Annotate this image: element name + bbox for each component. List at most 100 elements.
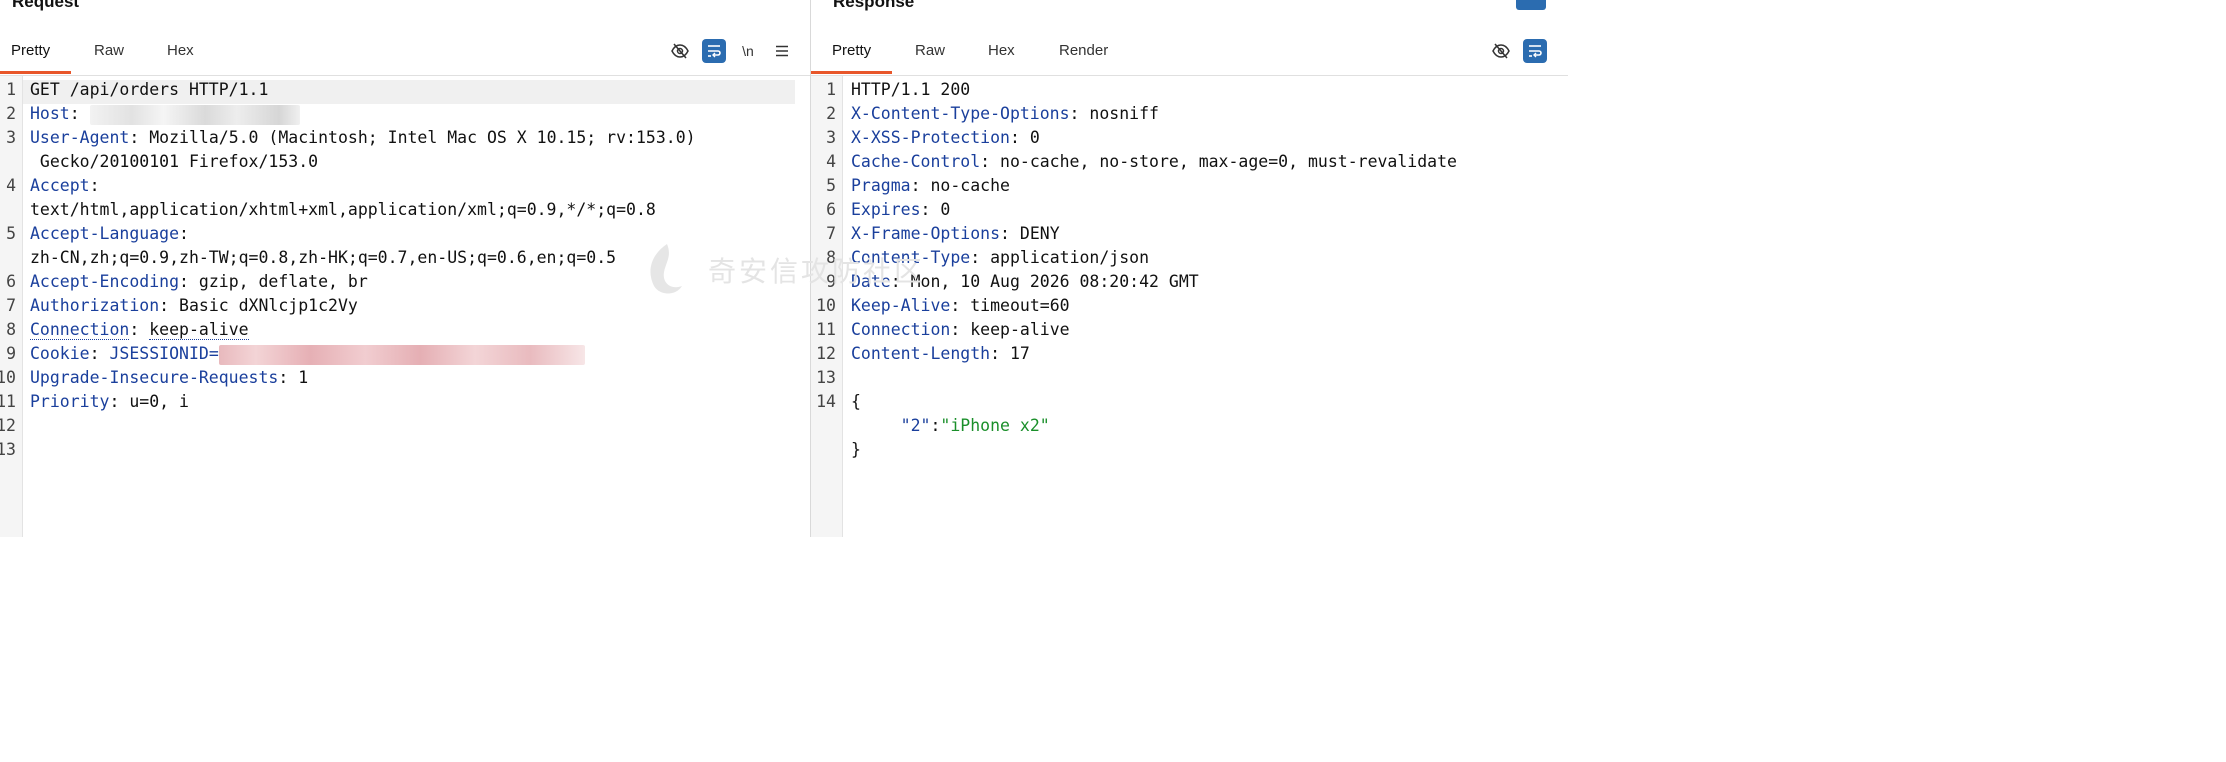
header-separator: :: [179, 272, 199, 291]
json-key: "2": [900, 416, 931, 435]
code-line: Pragma: no-cache: [851, 174, 1010, 198]
header-value: 0: [940, 200, 951, 219]
header-separator: :: [1009, 128, 1030, 147]
header-value: no-cache: [930, 176, 1010, 195]
menu-icon[interactable]: [770, 39, 794, 63]
header-name: Connection: [30, 320, 130, 340]
tab-response-render[interactable]: Render: [1059, 33, 1108, 73]
code-line: Upgrade-Insecure-Requests: 1: [30, 366, 308, 390]
header-value: GET /api/orders HTTP/1.1: [30, 80, 269, 99]
header-separator: :: [278, 368, 299, 387]
header-separator: :: [1069, 104, 1090, 123]
code-line: Cache-Control: no-cache, no-store, max-a…: [851, 150, 1457, 174]
line-number: 3: [826, 128, 836, 147]
header-separator: :: [970, 248, 991, 267]
line-number: 5: [826, 176, 836, 195]
wrap-icon[interactable]: [1523, 39, 1547, 63]
header-value: gzip, deflate, br: [198, 272, 368, 291]
eye-off-icon[interactable]: [1489, 39, 1513, 63]
header-value: no-cache, no-store, max-age=0, must-reva…: [1000, 152, 1457, 171]
code-line: zh-CN,zh;q=0.9,zh-TW;q=0.8,zh-HK;q=0.7,e…: [30, 246, 616, 270]
tab-request-raw[interactable]: Raw: [94, 33, 124, 73]
header-separator: :: [1000, 224, 1020, 243]
header-name: Cache-Control: [851, 152, 981, 171]
json-separator: :: [930, 416, 941, 435]
line-number: 5: [6, 224, 16, 243]
code-line: Accept-Language:: [30, 222, 189, 246]
header-separator: :: [980, 152, 1001, 171]
code-line: Expires: 0: [851, 198, 950, 222]
request-title: Request: [12, 0, 80, 11]
header-value: timeout=60: [970, 296, 1070, 315]
header-value: }: [851, 440, 861, 459]
code-line: Priority: u=0, i: [30, 390, 189, 414]
header-name: Host: [30, 104, 70, 123]
tab-response-raw[interactable]: Raw: [915, 33, 945, 73]
redacted-session-id: [218, 344, 585, 365]
line-number: 11: [816, 320, 836, 339]
code-line: Connection: keep-alive: [851, 318, 1070, 342]
code-line: "2":"iPhone x2": [851, 414, 1050, 438]
newline-icon[interactable]: \n: [736, 39, 760, 63]
header-name: Authorization: [30, 296, 160, 315]
code-line: X-XSS-Protection: 0: [851, 126, 1040, 150]
tab-request-pretty[interactable]: Pretty: [0, 33, 72, 74]
header-value: DENY: [1019, 224, 1060, 243]
header-separator: :: [109, 392, 130, 411]
code-line: {: [851, 390, 861, 414]
header-value: u=0, i: [129, 392, 189, 411]
tab-request-hex[interactable]: Hex: [167, 33, 194, 73]
header-name: X-XSS-Protection: [851, 128, 1010, 147]
header-value: HTTP/1.1 200: [851, 80, 971, 99]
response-editor[interactable]: 1 HTTP/1.1 200 2 X-Content-Type-Options: no…: [811, 76, 1568, 537]
tab-response-pretty[interactable]: Pretty: [811, 33, 893, 74]
header-separator: :: [910, 176, 931, 195]
code-line: Content-Length: 17: [851, 342, 1030, 366]
line-number: 13: [0, 440, 16, 459]
line-number: 2: [826, 104, 836, 123]
line-number: 1: [826, 80, 836, 99]
layout-toggle-button[interactable]: [1516, 0, 1546, 10]
response-title: Response: [833, 0, 915, 11]
header-value: Mozilla/5.0 (Macintosh; Intel Mac OS X 1…: [149, 128, 696, 147]
header-value: JSESSIONID=: [109, 344, 219, 363]
eye-off-icon[interactable]: [668, 39, 692, 63]
header-separator: :: [990, 344, 1010, 363]
json-value: "iPhone x2": [940, 416, 1050, 435]
code-line: Cookie: JSESSIONID=: [30, 342, 585, 366]
watermark-logo-icon: [650, 244, 682, 294]
header-value: Mon, 10 Aug 2026 08:20:42 GMT: [910, 272, 1199, 291]
code-line: HTTP/1.1 200: [851, 78, 970, 102]
code-line: User-Agent: Mozilla/5.0 (Macintosh; Inte…: [30, 126, 696, 150]
request-editor[interactable]: 1 GET /api/orders HTTP/1.1 2 Host: 3 User-Ag…: [0, 76, 810, 537]
code-line: GET /api/orders HTTP/1.1: [30, 78, 268, 102]
line-number: 10: [0, 368, 16, 387]
line-number: 2: [6, 104, 16, 123]
header-name: Accept-Language: [30, 224, 180, 243]
header-name: Expires: [851, 200, 921, 219]
header-separator: :: [920, 200, 941, 219]
header-name: X-Frame-Options: [851, 224, 1001, 243]
code-line: }: [851, 438, 861, 462]
header-separator: :: [89, 344, 110, 363]
code-line: X-Frame-Options: DENY: [851, 222, 1060, 246]
response-tabs: Pretty Raw Hex Render: [811, 33, 1568, 76]
code-line: X-Content-Type-Options: nosniff: [851, 102, 1159, 126]
header-separator: :: [179, 224, 189, 243]
line-number: 12: [816, 344, 836, 363]
header-name: Priority: [30, 392, 110, 411]
header-name: User-Agent: [30, 128, 130, 147]
header-name: Pragma: [851, 176, 911, 195]
line-number: 4: [826, 152, 836, 171]
line-number: 10: [816, 296, 836, 315]
line-number: 14: [816, 392, 836, 411]
redacted-host: [89, 104, 300, 125]
tab-response-hex[interactable]: Hex: [988, 33, 1015, 73]
header-name: Connection: [851, 320, 951, 339]
header-value: keep-alive: [970, 320, 1070, 339]
code-line: text/html,application/xhtml+xml,applicat…: [30, 198, 656, 222]
code-line: Gecko/20100101 Firefox/153.0: [30, 150, 318, 174]
line-number: 11: [0, 392, 16, 411]
wrap-icon[interactable]: [702, 39, 726, 63]
line-number: 6: [6, 272, 16, 291]
